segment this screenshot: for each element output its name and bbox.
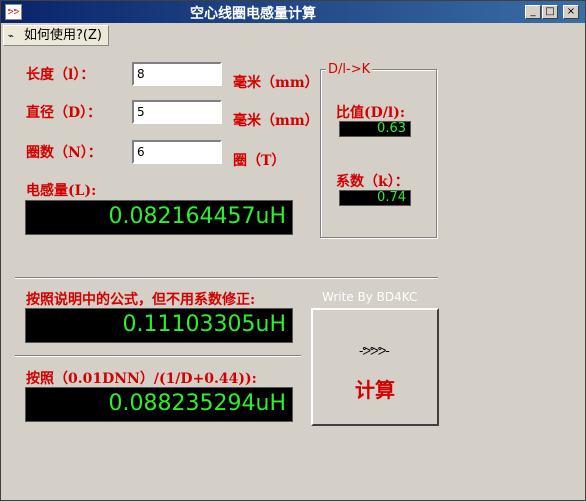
separator-top — [15, 277, 438, 279]
diameter-input[interactable] — [132, 100, 222, 124]
menu-help[interactable]: ⌁ 如何使用?(Z) — [3, 25, 109, 46]
ratio-label: 比值(D/l): — [336, 105, 405, 121]
formula2-label: 按照（0.01DNN）/(1/D+0.44)): — [26, 371, 257, 387]
length-input[interactable] — [132, 62, 222, 86]
menu-help-label: 如何使用?(Z) — [24, 28, 102, 43]
coef-label: 系数（k）： — [336, 174, 409, 190]
ratio-display: 0.63 — [339, 121, 411, 137]
title-bar[interactable]: ᕗᕗ 空心线圈电感量计算 _ □ × — [1, 1, 585, 23]
ratio-group-title: D/l->K — [326, 62, 373, 77]
diameter-label: 直径（D）： — [26, 105, 102, 121]
diameter-unit: 毫米（mm） — [233, 113, 319, 129]
formula1-label: 按照说明中的公式，但不用系数修正: — [26, 292, 256, 308]
app-window: ᕗᕗ 空心线圈电感量计算 _ □ × ⌁ 如何使用?(Z) 长度（l）： 毫米（m… — [0, 0, 586, 501]
inductance-label: 电感量(L): — [26, 183, 97, 199]
formula2-display: 0.088235294uH — [25, 387, 293, 422]
coef-display: 0.74 — [339, 190, 411, 206]
ratio-groupbox — [320, 69, 437, 238]
credit-text: Write By BD4KC — [322, 290, 418, 304]
coil-icon: -ᕗᕗᕗ- — [359, 344, 390, 358]
turns-label: 圈数（N）： — [26, 145, 102, 161]
minimize-button[interactable]: _ — [525, 5, 541, 19]
close-button[interactable]: × — [563, 5, 579, 19]
maximize-button[interactable]: □ — [542, 5, 558, 19]
coil-menu-icon: ⌁ — [8, 31, 15, 42]
menu-bar: ⌁ 如何使用?(Z) — [1, 25, 585, 47]
length-label: 长度（l）： — [26, 67, 95, 83]
calculate-button-label: 计算 — [355, 378, 395, 402]
formula1-display: 0.11103305uH — [25, 308, 293, 343]
turns-unit: 圈（T） — [233, 153, 286, 169]
separator-bottom — [15, 355, 301, 357]
length-unit: 毫米（mm） — [233, 75, 319, 91]
inductance-display: 0.082164457uH — [25, 200, 293, 235]
calculate-button[interactable]: -ᕗᕗᕗ- 计算 — [311, 308, 439, 426]
window-title: 空心线圈电感量计算 — [190, 6, 316, 22]
turns-input[interactable] — [132, 140, 222, 164]
